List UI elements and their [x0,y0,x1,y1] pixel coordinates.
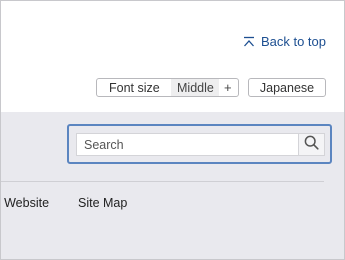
back-to-top-link[interactable]: Back to top [243,34,326,49]
footer-link-this-website[interactable]: This Website [1,196,49,210]
font-size-value[interactable]: Middle [171,79,219,96]
footer-link-site-map[interactable]: Site Map [78,196,127,210]
back-to-top-label: Back to top [260,34,326,49]
page: Back to top Font size Middle + Japanese … [0,0,345,260]
font-size-increase-button[interactable]: + [219,79,237,96]
search-icon [304,135,319,155]
back-to-top-icon [243,36,255,48]
language-button[interactable]: Japanese [248,78,326,97]
search-input[interactable] [76,133,298,156]
font-size-control: Font size Middle + [96,78,239,97]
header-area: Back to top Font size Middle + Japanese [1,1,344,112]
search-button[interactable] [298,133,325,156]
search-box [67,124,332,164]
footer-divider [1,181,324,182]
font-size-label: Font size [109,80,160,95]
